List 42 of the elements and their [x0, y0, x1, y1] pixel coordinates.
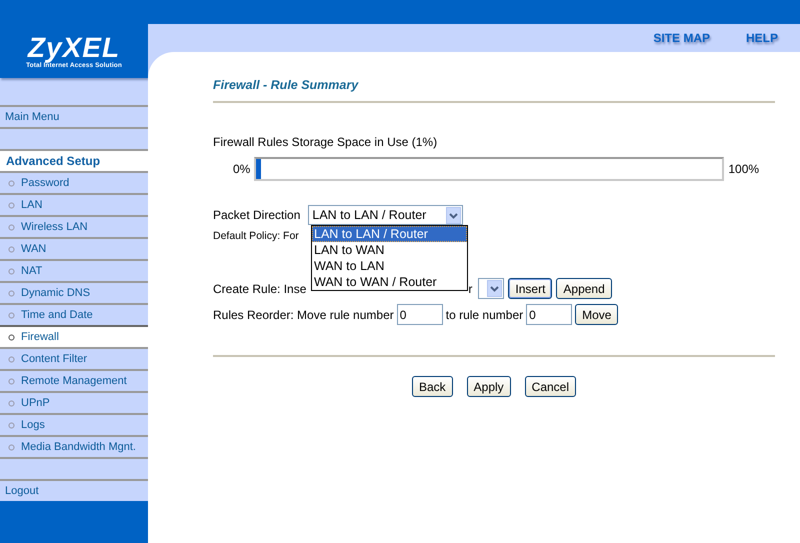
- input-field[interactable]: 0: [526, 304, 572, 325]
- top-link[interactable]: HELP: [746, 31, 778, 45]
- bullet-icon: [8, 202, 15, 208]
- dropdown-option[interactable]: WAN to WAN / Router: [312, 274, 467, 290]
- page-title: Firewall - Rule Summary: [213, 78, 360, 94]
- top-link[interactable]: SITE MAP: [653, 31, 710, 45]
- bullet-icon: [8, 312, 15, 318]
- field-label: Packet Direction: [213, 208, 300, 222]
- storage-label: Firewall Rules Storage Space in Use (1%): [213, 135, 438, 149]
- bullet-icon: [8, 422, 15, 428]
- bullet-icon: [8, 334, 15, 340]
- bullet-icon: [8, 400, 15, 406]
- max-label: 100%: [728, 162, 760, 176]
- create-rule-label: r: [468, 282, 472, 296]
- bullet-icon: [8, 290, 15, 296]
- dropdown-option[interactable]: WAN to LAN: [312, 258, 467, 274]
- form-button[interactable]: Append: [556, 278, 612, 299]
- sidebar-item[interactable]: Firewall: [0, 325, 148, 347]
- dropdown-option[interactable]: LAN to WAN: [312, 242, 467, 258]
- bullet-icon: [8, 224, 15, 230]
- input-field[interactable]: 0: [396, 304, 443, 325]
- form-button[interactable]: Insert: [508, 278, 552, 299]
- create-rule-label: Create Rule: Inse: [213, 282, 306, 296]
- bullet-icon: [8, 180, 15, 186]
- reorder-label: to rule number: [446, 308, 524, 322]
- reorder-label: Rules Reorder: Move rule number: [213, 308, 394, 322]
- min-label: 0%: [233, 162, 250, 176]
- bullet-icon: [8, 378, 15, 384]
- bullet-icon: [8, 268, 15, 274]
- form-button[interactable]: Apply: [466, 376, 511, 397]
- section-heading: Advanced Setup: [0, 149, 148, 171]
- rule-number-dropdown[interactable]: [478, 278, 504, 299]
- logo-name: ZyXEL: [28, 34, 120, 62]
- form-button[interactable]: Back: [412, 376, 453, 397]
- dropdown-option[interactable]: LAN to LAN / Router: [312, 226, 467, 242]
- form-button[interactable]: Cancel: [524, 376, 576, 397]
- direction-dropdown[interactable]: LAN to LAN / Router: [308, 205, 464, 225]
- default-policy-label: Default Policy: For: [213, 230, 299, 242]
- bullet-icon: [8, 444, 15, 450]
- bullet-icon: [8, 246, 15, 252]
- bullet-icon: [8, 356, 15, 362]
- move-button[interactable]: Move: [575, 304, 618, 325]
